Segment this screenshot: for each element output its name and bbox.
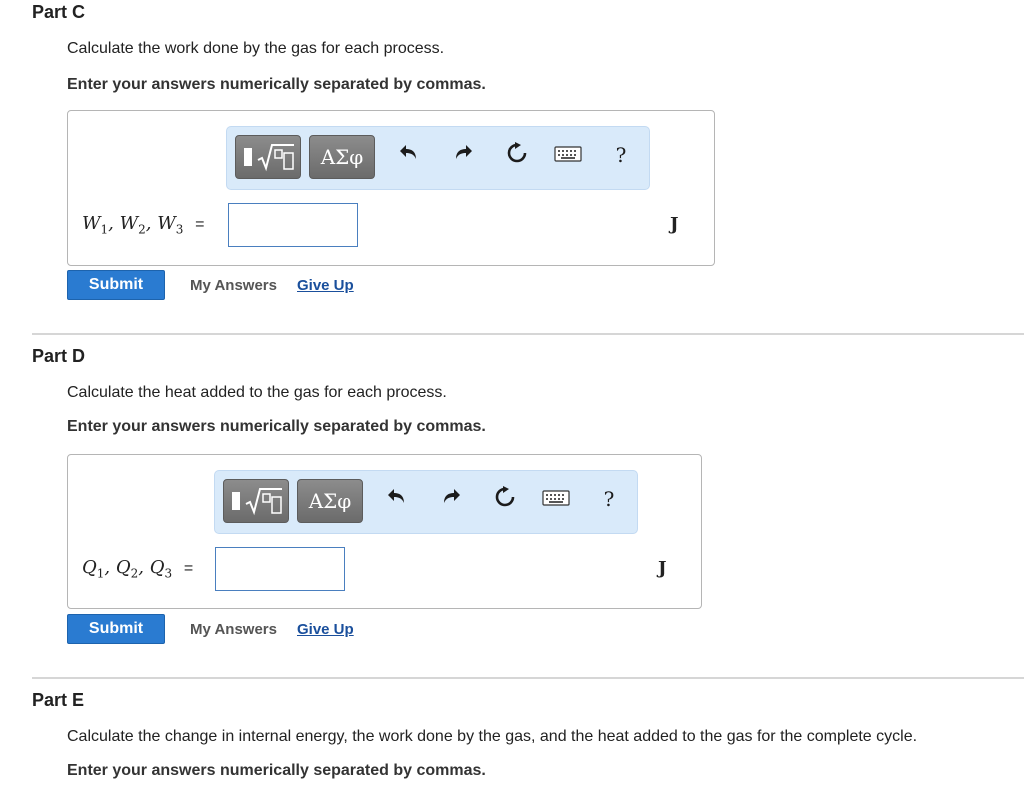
part-c-prompt: Calculate the work done by the gas for e… — [67, 40, 445, 57]
part-e-instruction: Enter your answers numerically separated… — [67, 762, 486, 779]
help-icon[interactable]: ? — [607, 143, 635, 167]
help-icon[interactable]: ? — [595, 487, 623, 511]
redo-icon[interactable] — [449, 141, 477, 163]
var-w2: W2 — [119, 213, 146, 237]
part-d-answer-box: ΑΣφ ? Q1, Q2, Q3 = J — [67, 454, 702, 609]
part-c-unit: J — [670, 214, 679, 235]
reset-icon[interactable] — [491, 485, 519, 509]
greek-button[interactable]: ΑΣφ — [309, 135, 375, 179]
part-c-variable-label: W1, W2, W3 = — [82, 213, 205, 237]
part-d-title: Part D — [32, 346, 86, 366]
divider — [32, 333, 1024, 335]
part-c-math-toolbar: ΑΣφ ? — [226, 126, 650, 190]
radical-icon — [257, 144, 294, 172]
keyboard-icon[interactable] — [553, 141, 583, 163]
part-d-prompt: Calculate the heat added to the gas for … — [67, 384, 447, 401]
part-e-title: Part E — [32, 690, 85, 710]
var-w3: W3 — [157, 213, 184, 237]
radical-icon — [245, 488, 282, 516]
part-d-instruction: Enter your answers numerically separated… — [67, 418, 486, 435]
redo-icon[interactable] — [437, 485, 465, 507]
part-c-answer-box: ΑΣφ ? W1, W2, W3 = J — [67, 110, 715, 266]
divider — [32, 677, 1024, 679]
template-button[interactable] — [235, 135, 301, 179]
part-d-variable-label: Q1, Q2, Q3 = — [82, 557, 194, 581]
greek-button[interactable]: ΑΣφ — [297, 479, 363, 523]
template-icon — [244, 148, 252, 166]
part-c-instruction: Enter your answers numerically separated… — [67, 76, 486, 93]
var-w1: W1 — [82, 213, 109, 237]
undo-icon[interactable] — [395, 141, 423, 163]
part-c-give-up-link[interactable]: Give Up — [297, 277, 354, 294]
part-c-title: Part C — [32, 2, 86, 22]
var-q3: Q3 — [149, 557, 173, 581]
reset-icon[interactable] — [503, 141, 531, 165]
template-icon — [232, 492, 240, 510]
part-d-give-up-link[interactable]: Give Up — [297, 621, 354, 638]
keyboard-icon[interactable] — [541, 485, 571, 507]
part-d-unit: J — [658, 558, 667, 579]
var-q2: Q2 — [115, 557, 139, 581]
part-d-answer-input[interactable] — [215, 547, 345, 591]
undo-icon[interactable] — [383, 485, 411, 507]
var-q1: Q1 — [82, 557, 105, 581]
part-c-submit-button[interactable]: Submit — [67, 270, 165, 300]
part-d-my-answers-link[interactable]: My Answers — [190, 621, 277, 638]
part-d-submit-button[interactable]: Submit — [67, 614, 165, 644]
part-e-prompt: Calculate the change in internal energy,… — [67, 728, 918, 745]
part-c-answer-input[interactable] — [228, 203, 358, 247]
template-button[interactable] — [223, 479, 289, 523]
part-c-my-answers-link[interactable]: My Answers — [190, 277, 277, 294]
part-d-math-toolbar: ΑΣφ ? — [214, 470, 638, 534]
